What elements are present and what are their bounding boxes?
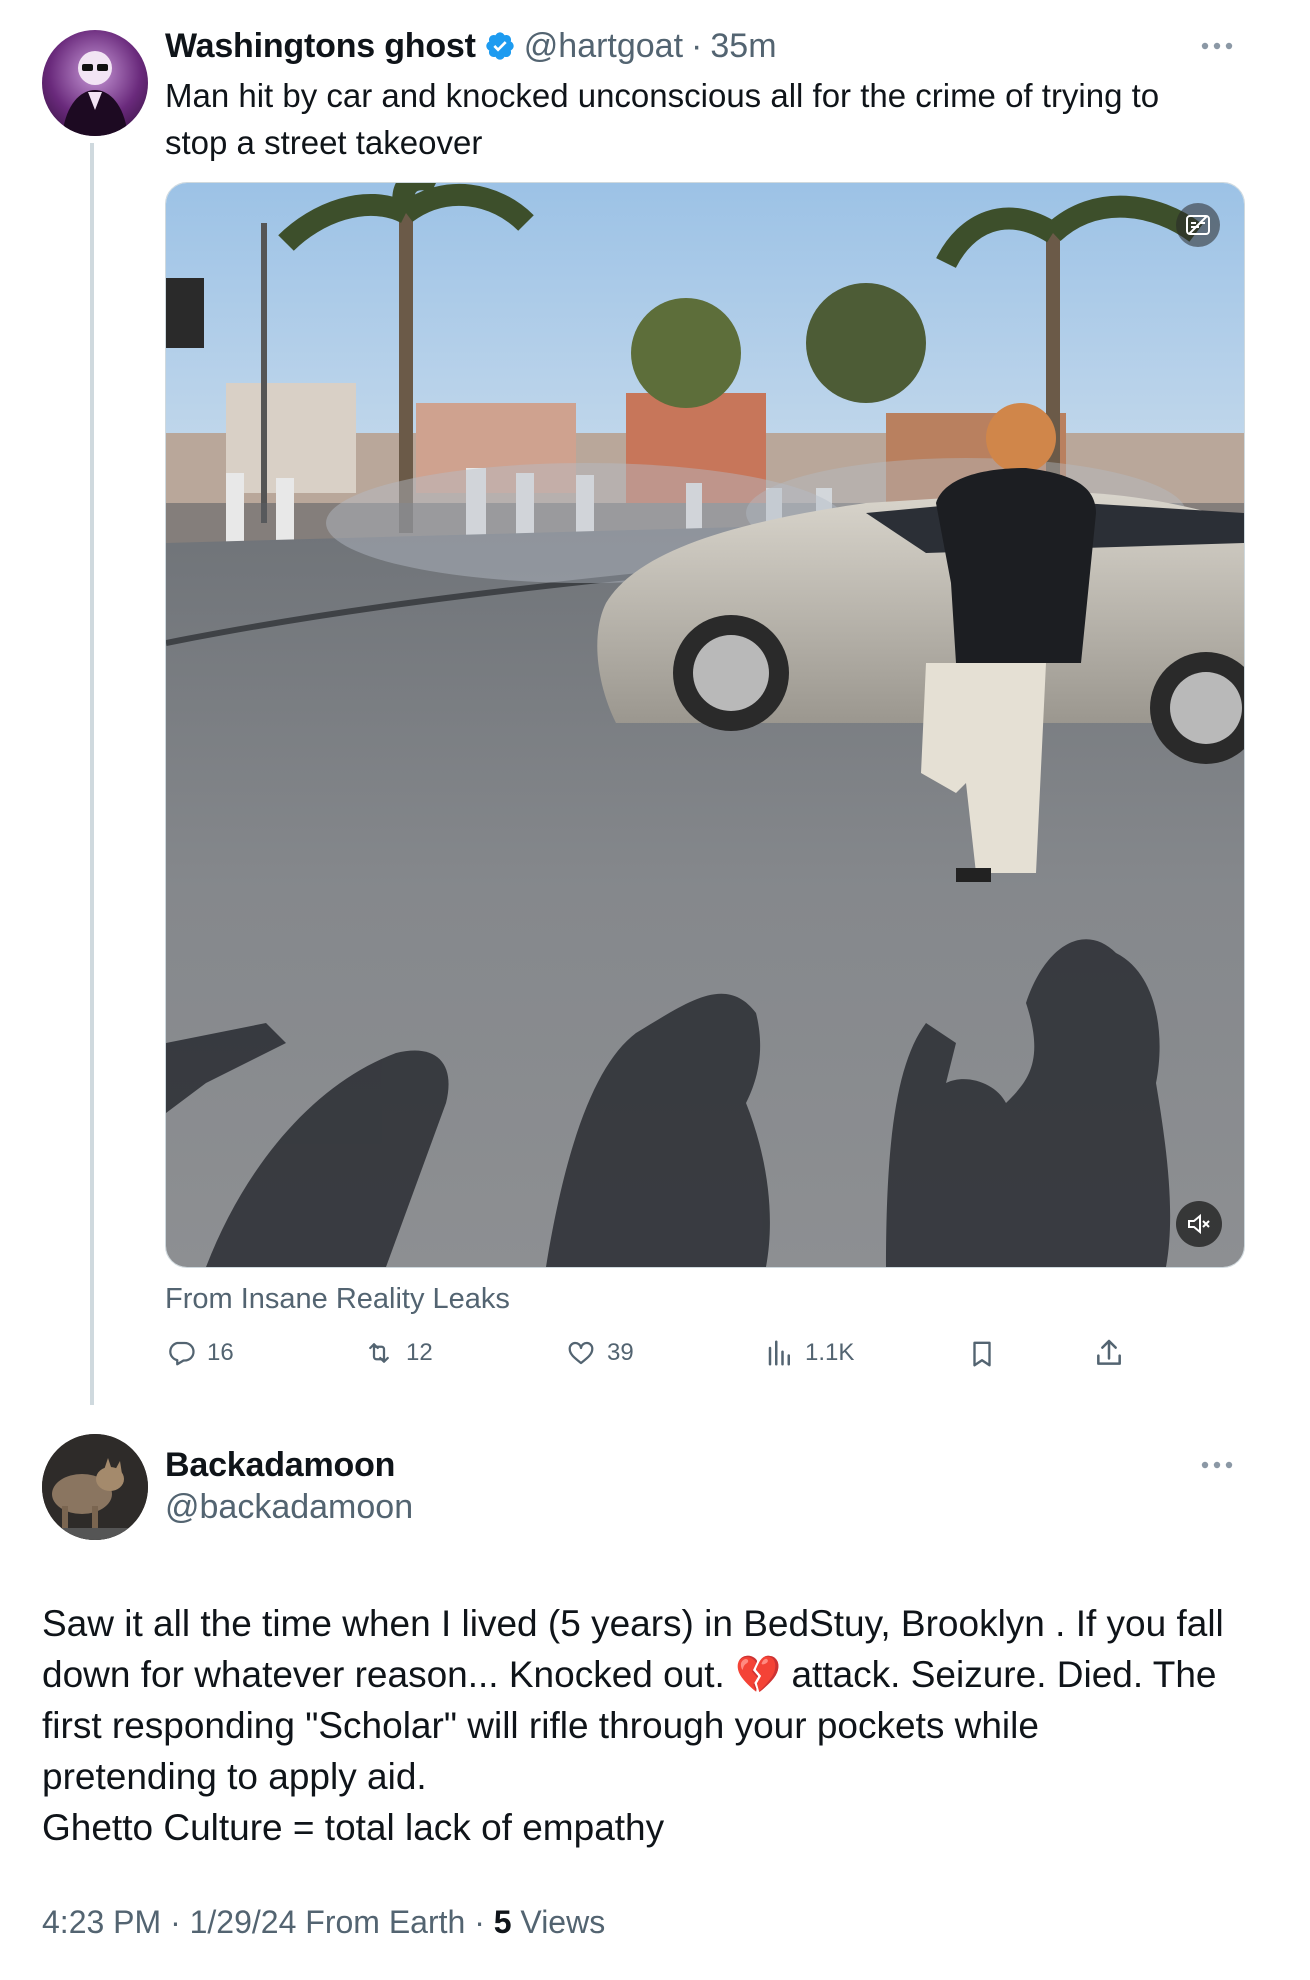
thread-connector-line: [90, 143, 94, 1405]
heart-icon: [568, 1341, 594, 1365]
author-handle[interactable]: @hartgoat: [524, 27, 683, 66]
reply-line-1: Saw it all the time when I lived (5 year…: [42, 1603, 1224, 1644]
video-player[interactable]: [165, 182, 1245, 1268]
tweet-time[interactable]: 35m: [710, 27, 776, 66]
media-source-link[interactable]: From Insane Reality Leaks: [165, 1283, 510, 1316]
verified-badge-icon: [484, 30, 516, 62]
reply-line-2: down for whatever reason... Knocked out.…: [42, 1654, 1217, 1695]
bookmark-icon: [973, 1341, 991, 1367]
analytics-icon: [768, 1340, 790, 1366]
reply-views-label: Views: [520, 1904, 606, 1940]
like-count: 39: [607, 1339, 634, 1366]
reply-text: Saw it all the time when I lived (5 year…: [42, 1598, 1282, 1853]
reply-date[interactable]: 1/29/24: [190, 1904, 297, 1940]
avatar-image: [42, 1434, 148, 1540]
reply-button[interactable]: 16: [165, 1338, 234, 1368]
share-button[interactable]: [1093, 1336, 1125, 1375]
parent-header: Washingtons ghost @hartgoat · 35m: [165, 22, 777, 70]
reply-line-3: first responding "Scholar" will rifle th…: [42, 1705, 1039, 1746]
reply-views-count: 5: [493, 1904, 512, 1940]
reply-count: 16: [207, 1339, 234, 1366]
repost-count: 12: [406, 1339, 433, 1366]
reply-avatar[interactable]: [42, 1434, 148, 1540]
meta-separator: ·: [691, 26, 703, 65]
reply-author-name[interactable]: Backadamoon: [165, 1446, 395, 1485]
meta-separator: ·: [474, 1904, 485, 1940]
reply-footer-meta: 4:23 PM · 1/29/24 From Earth · 5 Views: [42, 1904, 605, 1941]
like-button[interactable]: 39: [565, 1338, 634, 1368]
bookmark-button[interactable]: [967, 1338, 997, 1375]
more-horizontal-icon[interactable]: [1200, 26, 1234, 60]
parent-avatar[interactable]: [42, 30, 148, 136]
view-count: 1.1K: [805, 1339, 855, 1366]
mute-icon[interactable]: [1176, 1201, 1222, 1247]
avatar-image: [62, 51, 128, 136]
repost-button[interactable]: 12: [362, 1338, 433, 1368]
reply-icon: [169, 1341, 195, 1366]
video-frame: [166, 183, 1244, 1267]
more-horizontal-icon[interactable]: [1200, 1458, 1234, 1476]
views-button[interactable]: 1.1K: [765, 1338, 854, 1368]
share-icon: [1097, 1339, 1121, 1365]
reply-line-5: Ghetto Culture = total lack of empathy: [42, 1807, 665, 1848]
reply-line-4: pretending to apply aid.: [42, 1756, 427, 1797]
reply-client: From Earth: [305, 1904, 466, 1940]
author-name[interactable]: Washingtons ghost: [165, 27, 476, 66]
tweet-text: Man hit by car and knocked unconscious a…: [165, 77, 1160, 161]
captions-icon[interactable]: [1176, 203, 1220, 247]
reply-author-handle[interactable]: @backadamoon: [165, 1488, 413, 1527]
reply-time[interactable]: 4:23 PM: [42, 1904, 161, 1940]
repost-icon: [369, 1343, 389, 1363]
meta-separator: ·: [170, 1904, 181, 1940]
